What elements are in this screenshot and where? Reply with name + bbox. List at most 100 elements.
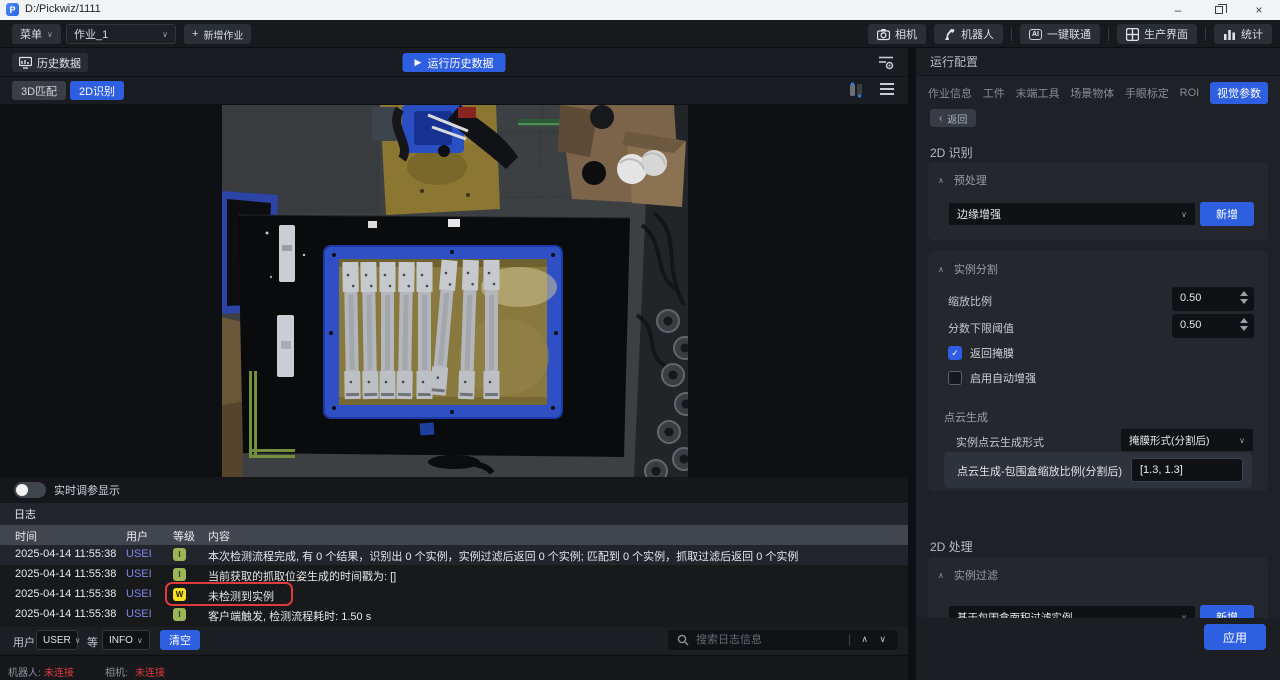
bar-chart-icon [1223, 28, 1236, 41]
divider [57, 27, 58, 41]
apply-bar: 应用 [916, 618, 1280, 680]
plus-icon: + [192, 28, 198, 40]
log-title-label: 日志 [14, 506, 36, 522]
realtime-toggle-label: 实时调参显示 [54, 482, 120, 498]
clear-log-button[interactable]: 清空 [160, 630, 200, 650]
tab-3d-match[interactable]: 3D匹配 [12, 81, 66, 100]
scale-label: 缩放比例 [948, 293, 992, 309]
filter-level-select[interactable]: INFO ∨ [102, 630, 150, 650]
pc-form-select[interactable]: 掩膜形式(分割后) ∨ [1120, 428, 1254, 452]
checkbox-checked-icon[interactable]: ✓ [948, 346, 962, 360]
log-search-input[interactable] [696, 630, 846, 650]
grid-icon [1126, 28, 1139, 41]
auto-enhance-label: 启用自动增强 [970, 370, 1036, 386]
return-mask-checkbox-row[interactable]: ✓ 返回掩膜 [948, 345, 1014, 361]
instance-seg-header[interactable]: ∧ 实例分割 [938, 261, 998, 277]
preprocess-select[interactable]: 边缘增强 ∨ [948, 202, 1196, 226]
tab-job-info[interactable]: 作业信息 [928, 85, 972, 101]
log-row[interactable]: 2025-04-14 11:55:38 USEI I 客户端触发, 检测流程耗时… [0, 605, 908, 625]
log-time: 2025-04-14 11:55:38 [15, 608, 116, 620]
chevron-down-icon: ∨ [162, 30, 168, 39]
apply-label: 应用 [1223, 629, 1247, 646]
stepper-arrows-icon[interactable] [1240, 291, 1248, 304]
app-logo-icon: P [6, 3, 19, 16]
score-threshold-label: 分数下限阈值 [948, 320, 1014, 336]
preprocess-add-button[interactable]: 新增 [1200, 202, 1254, 226]
pc-bbox-scale-input[interactable]: [1.3, 1.3] [1131, 458, 1243, 482]
history-data-button[interactable]: 历史数据 [12, 53, 88, 72]
divider [1011, 27, 1012, 41]
tab-workpiece[interactable]: 工件 [983, 85, 1005, 101]
checkbox-unchecked-icon[interactable] [948, 371, 962, 385]
pc-bbox-scale-value: [1.3, 1.3] [1140, 464, 1183, 476]
display-settings-icon[interactable] [878, 55, 894, 70]
back-arrow-icon: ‹ [939, 113, 942, 124]
apply-button[interactable]: 应用 [1204, 624, 1266, 650]
tab-hand-eye-calib[interactable]: 手眼标定 [1125, 85, 1169, 101]
chevron-down-icon: ∨ [75, 636, 81, 645]
panel-divider [908, 48, 916, 680]
auto-enhance-checkbox-row[interactable]: 启用自动增强 [948, 370, 1036, 386]
divider [1108, 27, 1109, 41]
search-prev-button[interactable]: ∧ [861, 634, 868, 645]
log-content: 本次检测流程完成, 有 0 个结果，识别出 0 个实例，实例过滤后返回 0 个实… [208, 548, 798, 564]
log-row[interactable]: 2025-04-14 11:55:38 USEI W 未检测到实例 [0, 585, 908, 605]
search-icon [677, 634, 689, 646]
score-threshold-spinner[interactable]: 0.50 [1172, 314, 1254, 338]
robot-button[interactable]: 机器人 [934, 24, 1003, 44]
history-data-label: 历史数据 [37, 55, 81, 71]
new-job-button[interactable]: + 新增作业 [184, 24, 251, 44]
divider [1205, 27, 1206, 41]
preprocess-value: 边缘增强 [957, 206, 1001, 222]
menu-bar: 菜单 ∨ 作业_1 ∨ + 新增作业 相机 机器人 AI 一键联通 [0, 20, 1280, 48]
preprocess-header[interactable]: ∧ 预处理 [938, 172, 987, 188]
tab-2d-recognition[interactable]: 2D识别 [70, 81, 124, 100]
filter-user-select[interactable]: USER ∨ [36, 630, 78, 650]
tab-vision-params[interactable]: 视觉参数 [1210, 82, 1268, 104]
job-select[interactable]: 作业_1 ∨ [66, 24, 176, 44]
clear-log-label: 清空 [169, 632, 191, 648]
minimize-button[interactable]: – [1163, 0, 1193, 20]
play-icon: ▶ [415, 57, 422, 68]
menu-button[interactable]: 菜单 ∨ [12, 24, 61, 44]
run-config-title: 运行配置 [916, 48, 1280, 76]
statistics-label: 统计 [1241, 26, 1263, 42]
camera-status-value: 未连接 [135, 664, 165, 679]
camera-image [222, 105, 688, 477]
camera-icon [877, 28, 890, 41]
back-button[interactable]: ‹ 返回 [930, 109, 976, 127]
tab-roi[interactable]: ROI [1180, 87, 1200, 99]
realtime-toggle[interactable] [14, 482, 46, 498]
log-user: USEI [126, 608, 152, 620]
col-user: 用户 [126, 528, 148, 544]
run-config-title-label: 运行配置 [930, 53, 978, 70]
instance-filter-header[interactable]: ∧ 实例过滤 [938, 567, 998, 583]
log-row[interactable]: 2025-04-14 11:55:38 USEI I 当前获取的抓取位姿生成的时… [0, 565, 908, 585]
preprocess-card: ∧ 预处理 边缘增强 ∨ 新增 [928, 162, 1268, 240]
robot-button-label: 机器人 [961, 26, 994, 42]
chevron-down-icon: ∨ [137, 636, 143, 645]
compare-view-icon[interactable] [848, 82, 864, 98]
ai-icon: AI [1029, 29, 1042, 40]
log-section-title: 日志 [0, 503, 908, 525]
log-table-header: 时间 用户 等级 内容 [0, 525, 908, 545]
add-label: 新增 [1216, 206, 1238, 222]
scale-spinner[interactable]: 0.50 [1172, 287, 1254, 311]
maximize-button[interactable] [1204, 0, 1234, 20]
search-next-button[interactable]: ∨ [879, 634, 886, 645]
menu-list-icon[interactable] [880, 83, 894, 95]
pc-bbox-scale-label: 点云生成-包围盒缩放比例(分割后) [957, 463, 1122, 479]
camera-button[interactable]: 相机 [868, 24, 926, 44]
run-history-button[interactable]: ▶ 运行历史数据 [403, 53, 506, 72]
log-row[interactable]: 2025-04-14 11:55:38 USEI I 本次检测流程完成, 有 0… [0, 545, 908, 565]
tab-scene-object[interactable]: 场景物体 [1070, 85, 1114, 101]
run-config-panel: 运行配置 作业信息 工件 末端工具 场景物体 手眼标定 ROI 视觉参数 ‹ 返… [916, 48, 1280, 680]
production-ui-button[interactable]: 生产界面 [1117, 24, 1197, 44]
ai-connect-button[interactable]: AI 一键联通 [1020, 24, 1100, 44]
statistics-button[interactable]: 统计 [1214, 24, 1272, 44]
scale-value: 0.50 [1180, 292, 1201, 304]
close-button[interactable]: × [1244, 0, 1274, 20]
tab-end-tool[interactable]: 末端工具 [1015, 85, 1059, 101]
stepper-arrows-icon[interactable] [1240, 318, 1248, 331]
tab-3d-match-label: 3D匹配 [21, 83, 57, 99]
